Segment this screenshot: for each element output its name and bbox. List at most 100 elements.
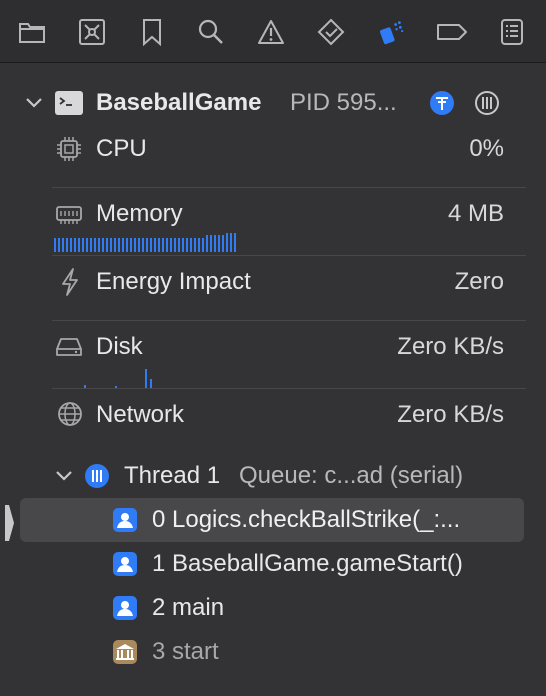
gauge-value: 0%: [469, 135, 504, 162]
memory-graph: [54, 233, 244, 252]
memory-graph-bar: [62, 238, 64, 252]
memory-graph-bar: [162, 238, 164, 252]
gauge-value: Zero KB/s: [397, 401, 504, 428]
chevron-down-icon[interactable]: [24, 93, 44, 113]
process-name: BaseballGame: [96, 89, 262, 116]
memory-graph-bar: [174, 238, 176, 252]
memory-graph-bar: [182, 238, 184, 252]
memory-graph-bar: [194, 238, 196, 252]
network-icon: [56, 400, 84, 428]
memory-graph-bar: [226, 233, 228, 252]
memory-graph-bar: [218, 235, 220, 252]
memory-graph-bar: [214, 235, 216, 252]
threads-icon[interactable]: [474, 90, 500, 116]
chevron-down-icon[interactable]: [54, 466, 74, 486]
memory-graph-bar: [82, 238, 84, 252]
memory-graph-bar: [190, 238, 192, 252]
gauge-memory[interactable]: Memory 4 MB: [0, 191, 546, 255]
user-code-icon: [112, 595, 138, 621]
cpu-icon: [56, 136, 82, 162]
memory-graph-bar: [202, 238, 204, 252]
thread-row[interactable]: Thread 1 Queue: c...ad (serial): [0, 456, 546, 496]
disk-icon: [54, 334, 84, 360]
memory-graph-bar: [134, 238, 136, 252]
gauge-cpu[interactable]: CPU 0%: [0, 126, 546, 186]
breakpoint-icon[interactable]: [436, 15, 468, 49]
gauge-label: Disk: [96, 333, 143, 360]
stack-frame-row[interactable]: 2 main: [0, 588, 546, 628]
stack-frame-label: 3 start: [152, 638, 219, 665]
stack-frame-label: 0 Logics.checkBallStrike(_:...: [152, 506, 461, 533]
memory-graph-bar: [206, 235, 208, 252]
memory-graph-bar: [78, 238, 80, 252]
divider: [52, 187, 526, 188]
memory-graph-bar: [186, 238, 188, 252]
stack-frame-row[interactable]: 3 start: [0, 632, 546, 672]
memory-graph-bar: [222, 235, 224, 252]
memory-graph-bar: [234, 233, 236, 252]
debug-navigator: BaseballGame PID 595... CPU 0% Memory 4 …: [0, 63, 546, 696]
user-code-icon: [112, 551, 138, 577]
memory-icon: [54, 201, 84, 227]
memory-graph-bar: [154, 238, 156, 252]
gauge-label: Energy Impact: [96, 268, 251, 295]
bookmark-icon[interactable]: [138, 15, 166, 49]
memory-graph-bar: [158, 238, 160, 252]
system-library-icon: [112, 639, 138, 665]
memory-graph-bar: [86, 238, 88, 252]
memory-graph-bar: [166, 238, 168, 252]
search-icon[interactable]: [197, 15, 225, 49]
memory-graph-bar: [126, 238, 128, 252]
folder-icon[interactable]: [18, 15, 46, 49]
source-control-icon[interactable]: [78, 15, 106, 49]
memory-graph-bar: [114, 238, 116, 252]
memory-graph-bar: [178, 238, 180, 252]
gauge-disk[interactable]: Disk Zero KB/s: [0, 324, 546, 389]
memory-graph-bar: [142, 238, 144, 252]
divider: [52, 320, 526, 321]
gauge-label: CPU: [96, 135, 147, 162]
disk-graph-bar: [145, 369, 147, 389]
disk-graph: [54, 367, 164, 389]
navigator-toolbar: [0, 0, 546, 63]
memory-graph-bar: [58, 238, 60, 252]
user-code-icon: [112, 507, 138, 533]
gauge-value: 4 MB: [447, 200, 504, 227]
gauge-energy[interactable]: Energy Impact Zero: [0, 259, 546, 319]
memory-graph-bar: [146, 238, 148, 252]
energy-icon: [58, 267, 82, 297]
thread-name: Thread 1: [124, 462, 221, 489]
thread-queue: Queue: c...ad (serial): [239, 462, 464, 489]
stack-frame-row[interactable]: 0 Logics.checkBallStrike(_:...: [0, 500, 546, 540]
debug-icon[interactable]: [377, 15, 405, 49]
memory-graph-bar: [110, 238, 112, 252]
memory-graph-bar: [170, 238, 172, 252]
debug-gauge-icon[interactable]: [429, 90, 455, 116]
gauge-network[interactable]: Network Zero KB/s: [0, 392, 546, 452]
memory-graph-bar: [90, 238, 92, 252]
process-row[interactable]: BaseballGame PID 595...: [0, 83, 546, 123]
gauge-value: Zero KB/s: [397, 333, 504, 360]
memory-graph-bar: [66, 238, 68, 252]
gauge-value: Zero: [454, 268, 504, 295]
test-icon[interactable]: [317, 15, 345, 49]
memory-graph-bar: [150, 238, 152, 252]
memory-graph-bar: [130, 238, 132, 252]
process-pid: PID 595...: [290, 89, 397, 116]
memory-graph-bar: [210, 235, 212, 252]
memory-graph-bar: [94, 238, 96, 252]
divider: [52, 255, 526, 256]
memory-graph-bar: [54, 238, 56, 252]
memory-graph-bar: [98, 238, 100, 252]
stack-frame-row[interactable]: 1 BaseballGame.gameStart(): [0, 544, 546, 584]
report-icon[interactable]: [498, 15, 526, 49]
stack-frame-label: 2 main: [152, 594, 225, 621]
warning-icon[interactable]: [257, 15, 285, 49]
gauge-label: Memory: [96, 200, 183, 227]
thread-icon: [84, 463, 110, 489]
memory-graph-bar: [122, 238, 124, 252]
memory-graph-bar: [138, 238, 140, 252]
divider: [52, 388, 526, 389]
memory-graph-bar: [230, 233, 232, 252]
memory-graph-bar: [198, 238, 200, 252]
